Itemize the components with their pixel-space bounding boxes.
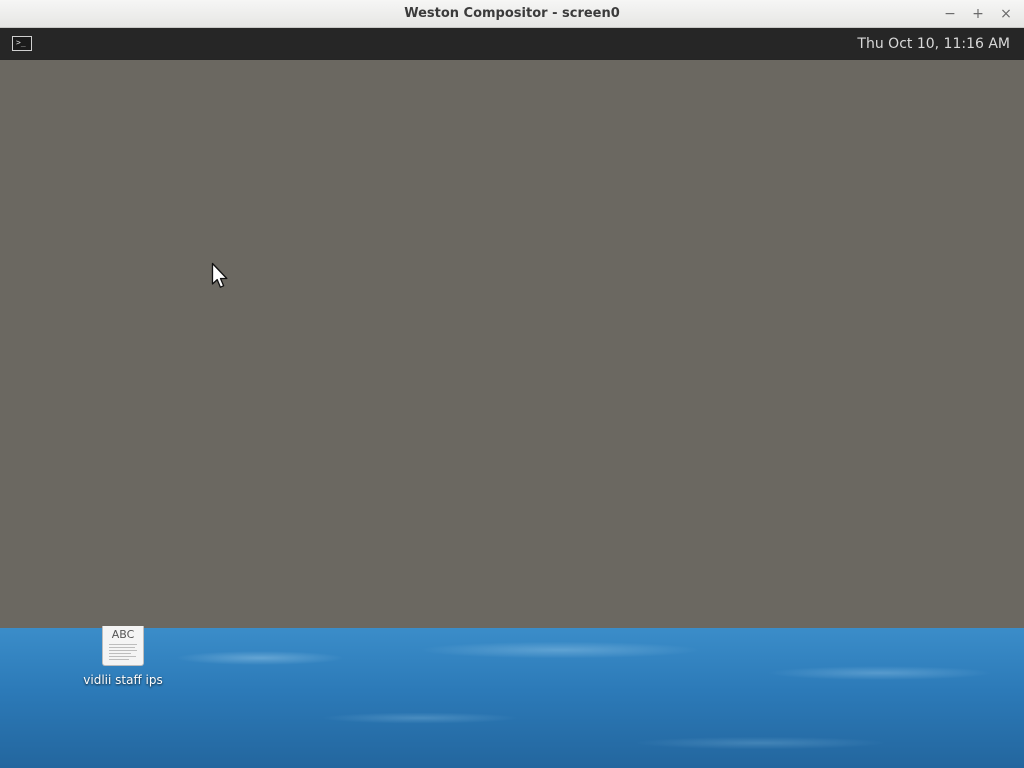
window-titlebar[interactable]: Weston Compositor - screen0 − + × bbox=[0, 0, 1024, 28]
terminal-icon[interactable]: >_ bbox=[12, 36, 32, 51]
maximize-button[interactable]: + bbox=[968, 4, 988, 24]
terminal-prompt-glyph: >_ bbox=[16, 38, 26, 47]
screen: Weston Compositor - screen0 − + × >_ Thu… bbox=[0, 0, 1024, 768]
document-icon-label: ABC bbox=[111, 628, 135, 641]
window-title: Weston Compositor - screen0 bbox=[404, 6, 620, 21]
minimize-button[interactable]: − bbox=[940, 4, 960, 24]
mouse-pointer-icon bbox=[211, 262, 228, 288]
desktop-file-label: vidlii staff ips bbox=[83, 673, 163, 687]
panel-clock: Thu Oct 10, 11:16 AM bbox=[857, 36, 1010, 52]
blank-client-surface[interactable] bbox=[0, 60, 1024, 628]
desktop-file-icon[interactable]: ABC vidlii staff ips bbox=[80, 626, 166, 690]
weston-panel: >_ Thu Oct 10, 11:16 AM bbox=[0, 28, 1024, 60]
close-button[interactable]: × bbox=[996, 4, 1016, 24]
text-document-icon: ABC bbox=[102, 626, 144, 666]
